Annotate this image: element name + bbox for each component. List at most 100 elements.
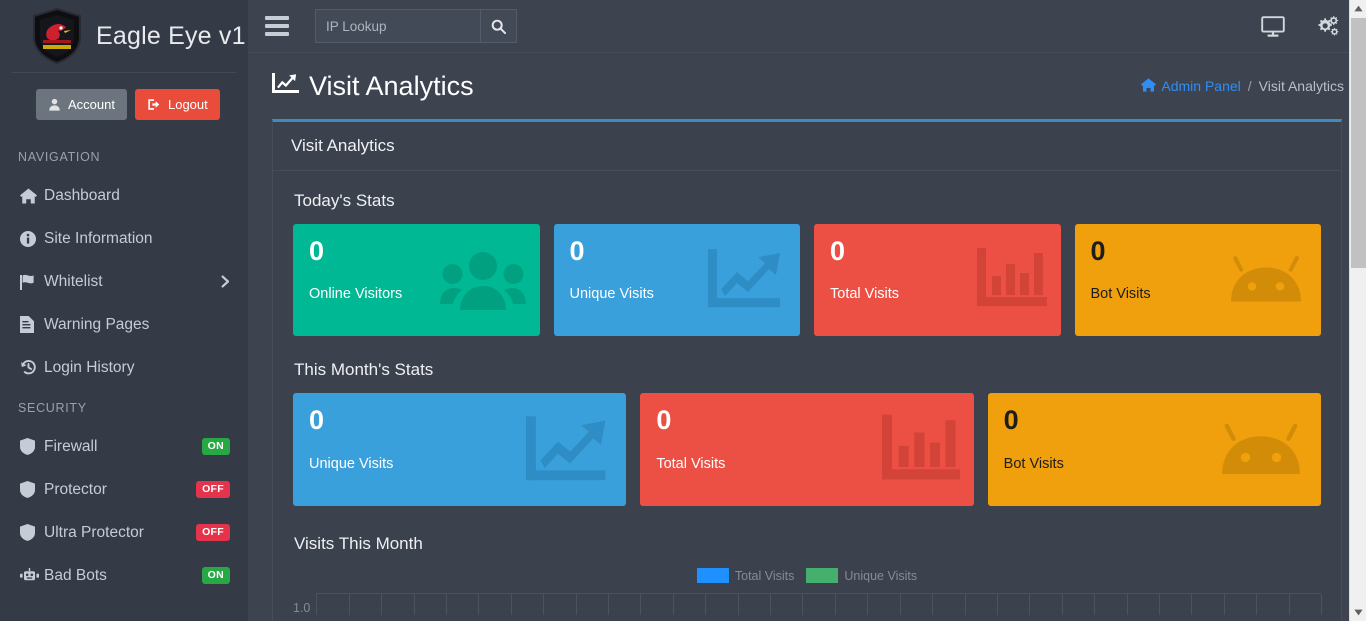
legend-item-unique-visits[interactable]: Unique Visits [806, 568, 917, 583]
breadcrumb-admin-panel[interactable]: Admin Panel [1141, 77, 1241, 95]
status-badge[interactable]: OFF [196, 524, 230, 541]
scrollbar-thumb[interactable] [1351, 18, 1366, 268]
ip-lookup-search [315, 9, 517, 43]
chart-gridlines [316, 593, 1322, 615]
users-group-icon [439, 248, 526, 319]
search-icon [491, 19, 506, 34]
monitor-icon[interactable] [1261, 15, 1285, 37]
stat-label: Bot Visits [1090, 286, 1151, 302]
search-input[interactable] [315, 9, 481, 43]
sidebar-item-dashboard[interactable]: Dashboard [0, 174, 248, 217]
breadcrumb-current: Visit Analytics [1258, 78, 1344, 94]
logout-button-label: Logout [167, 97, 208, 112]
page-header: Visit Analytics Admin Panel / Visit Anal… [248, 53, 1366, 119]
sidebar-item-site-information[interactable]: Site Information [0, 217, 248, 260]
stat-card-bot-visits-month[interactable]: 0 Bot Visits [987, 393, 1321, 506]
status-badge[interactable]: OFF [196, 481, 230, 498]
stat-label: Unique Visits [309, 456, 394, 472]
sidebar-item-label: Ultra Protector [44, 523, 144, 541]
shield-icon [20, 438, 44, 455]
sidebar-item-protector[interactable]: Protector OFF [0, 468, 248, 511]
sidebar-item-firewall[interactable]: Firewall ON [0, 425, 248, 468]
stat-label: Total Visits [830, 286, 900, 302]
topbar [248, 0, 1366, 53]
sidebar-item-label: Bad Bots [44, 566, 107, 584]
sidebar-item-label: Site Information [44, 229, 153, 247]
sidebar-item-label: Warning Pages [44, 315, 150, 333]
panel-body: Today's Stats 0 Online Visitors 0 Unique… [273, 171, 1341, 621]
month-stats-cards: 0 Unique Visits 0 Total Visits 0 Bot Vis… [293, 393, 1321, 506]
main-content: Visit Analytics Admin Panel / Visit Anal… [248, 0, 1366, 621]
breadcrumb-admin-panel-label: Admin Panel [1161, 78, 1241, 94]
chart-title: Visits This Month [294, 534, 423, 553]
bar-chart-icon [976, 248, 1047, 319]
home-icon [1141, 77, 1157, 95]
bar-chart-icon [881, 414, 960, 493]
chart-legend: Total Visits Unique Visits [293, 568, 1321, 583]
status-badge[interactable]: ON [201, 567, 230, 584]
hamburger-icon[interactable] [265, 16, 289, 36]
visits-chart[interactable]: Total Visits Unique Visits 1.0 [293, 568, 1322, 621]
status-badge[interactable]: ON [201, 438, 230, 455]
stat-label: Unique Visits [569, 286, 654, 302]
account-button[interactable]: Account [36, 89, 127, 120]
security-section-label: SECURITY [18, 401, 87, 415]
brand-title: Eagle Eye v1.0 [96, 21, 248, 50]
file-text-icon [20, 316, 44, 333]
stat-card-total-visits-month[interactable]: 0 Total Visits [640, 393, 974, 506]
chart-line-icon [272, 71, 299, 102]
stat-label: Total Visits [656, 456, 726, 472]
breadcrumb-separator: / [1247, 78, 1252, 94]
shield-icon [20, 481, 44, 498]
stat-card-unique-visits-month[interactable]: 0 Unique Visits [293, 393, 627, 506]
scroll-down-arrow[interactable] [1350, 604, 1366, 621]
logout-button[interactable]: Logout [134, 89, 220, 120]
sidebar-item-ultra-protector[interactable]: Ultra Protector OFF [0, 511, 248, 554]
flag-icon [20, 274, 44, 290]
todays-stats-cards: 0 Online Visitors 0 Unique Visits 0 Tota… [293, 224, 1321, 336]
sidebar-item-whitelist[interactable]: Whitelist [0, 260, 248, 303]
page-scrollbar[interactable] [1349, 0, 1366, 621]
brand[interactable]: Eagle Eye v1.0 [0, 0, 248, 72]
stat-card-bot-visits-today[interactable]: 0 Bot Visits [1074, 224, 1321, 336]
sidebar-item-label: Firewall [44, 437, 98, 455]
legend-swatch-unique-visits [806, 568, 839, 583]
sidebar-item-label: Whitelist [44, 272, 103, 290]
breadcrumb: Admin Panel / Visit Analytics [1141, 77, 1344, 95]
topbar-actions [1261, 15, 1348, 37]
android-robot-icon [1225, 253, 1307, 312]
sidebar-item-label: Login History [44, 358, 135, 376]
account-button-label: Account [68, 97, 115, 112]
info-circle-icon [20, 230, 44, 247]
todays-stats-title: Today's Stats [294, 191, 395, 210]
legend-label: Unique Visits [844, 568, 918, 583]
sidebar: Eagle Eye v1.0 Account Logout NAVIGATION… [0, 0, 248, 621]
stat-label: Bot Visits [1003, 456, 1064, 472]
visits-chart-section: Visits This Month Total Visits Unique Vi… [293, 506, 1322, 621]
robot-icon [20, 568, 44, 583]
page-title: Visit Analytics [272, 71, 474, 102]
stat-card-online-visitors[interactable]: 0 Online Visitors [293, 224, 540, 336]
chevron-right-icon [221, 275, 230, 288]
sidebar-item-label: Dashboard [44, 186, 120, 204]
sidebar-item-warning-pages[interactable]: Warning Pages [0, 303, 248, 346]
sidebar-item-login-history[interactable]: Login History [0, 346, 248, 389]
stat-card-unique-visits-today[interactable]: 0 Unique Visits [553, 224, 800, 336]
sidebar-item-bad-bots[interactable]: Bad Bots ON [0, 554, 248, 597]
cogs-icon[interactable] [1315, 15, 1339, 37]
search-button[interactable] [481, 9, 517, 43]
sign-out-icon [148, 99, 160, 110]
chart-line-arrow-icon [526, 413, 612, 494]
stat-card-total-visits-today[interactable]: 0 Total Visits [814, 224, 1061, 336]
stat-label: Online Visitors [309, 286, 403, 302]
scroll-up-arrow[interactable] [1350, 0, 1366, 17]
y-axis-tick: 1.0 [293, 601, 311, 615]
home-icon [20, 187, 44, 204]
sidebar-item-label: Protector [44, 480, 107, 498]
visit-analytics-panel: Visit Analytics Today's Stats 0 Online V… [272, 119, 1342, 621]
legend-item-total-visits[interactable]: Total Visits [696, 568, 794, 583]
shield-icon [20, 524, 44, 541]
android-robot-icon [1215, 420, 1307, 485]
user-icon [49, 98, 60, 111]
panel-title: Visit Analytics [273, 122, 1341, 171]
